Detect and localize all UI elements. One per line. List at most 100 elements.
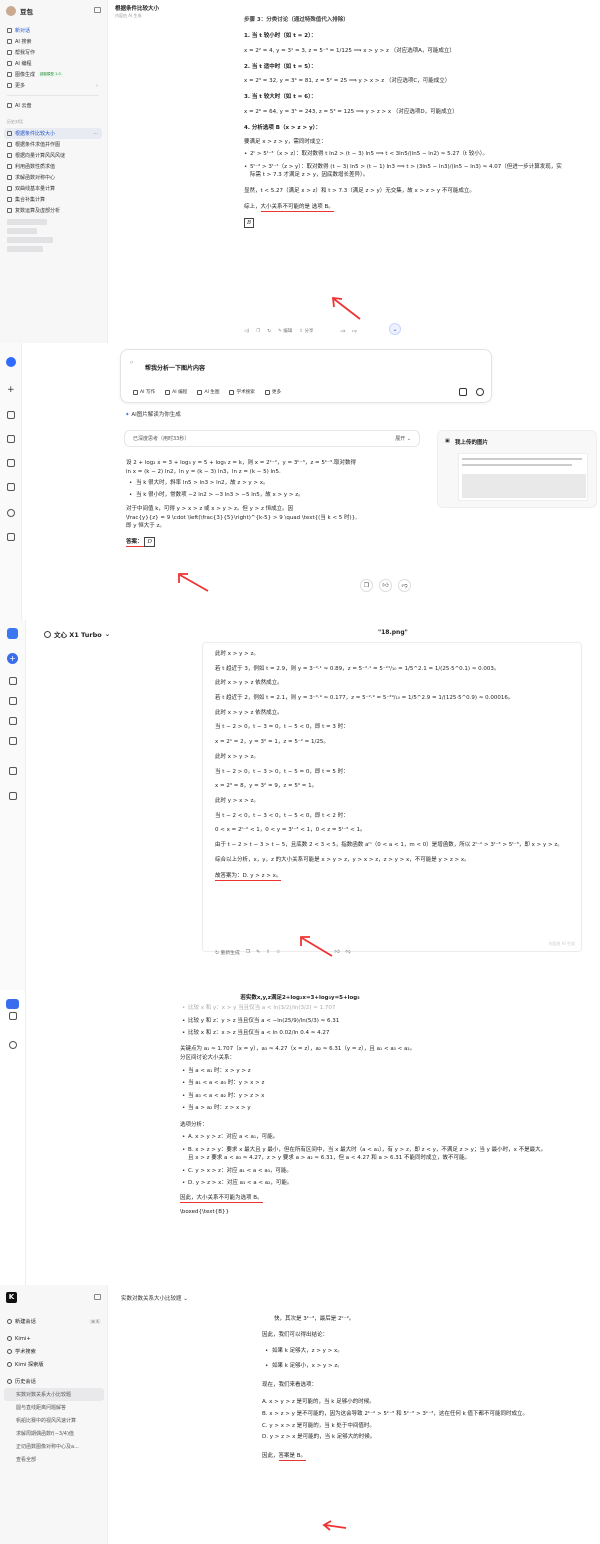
sidebar-collapse-icon[interactable] bbox=[94, 7, 101, 13]
thinking-label: 已深度思考（用时33秒） bbox=[133, 436, 190, 442]
new-chat-plus-icon[interactable]: + bbox=[7, 385, 15, 395]
assistant-panel-4: 若实数x,y,z满足2+log₂x=3+log₃y=5+log₅ 比较 x 和 … bbox=[0, 990, 600, 1285]
final-answer: 因此，答案是 B。 bbox=[262, 1453, 307, 1462]
history-item[interactable]: 利用函数性质求值 bbox=[4, 161, 102, 172]
kimi-logo-icon[interactable]: K bbox=[6, 1292, 17, 1303]
history-item[interactable]: 集合补集计算 bbox=[4, 194, 102, 205]
pen-icon[interactable] bbox=[9, 677, 17, 685]
explore-icon bbox=[7, 1362, 12, 1367]
key-points: 关键点为 a₁ ≈ 1.707（x = y），a₃ ≈ 4.27（x = z），… bbox=[180, 1045, 416, 1052]
regenerate-button[interactable]: ↻ 重新生成 bbox=[215, 949, 240, 956]
app-logo-icon[interactable] bbox=[6, 357, 16, 367]
sidebar-item-kimi-plus[interactable]: Kimi+ bbox=[4, 1332, 104, 1345]
thumbs-down-icon[interactable]: 👎︎ bbox=[352, 329, 357, 334]
new-chat-button[interactable]: 新建会话 ⌘ K bbox=[4, 1315, 104, 1328]
sidebar-collapse-icon[interactable] bbox=[94, 1294, 101, 1300]
copy-icon[interactable]: ❐ bbox=[360, 579, 373, 592]
sidebar-item-writing[interactable]: 帮我写作 bbox=[4, 47, 102, 58]
apps-icon[interactable] bbox=[9, 792, 17, 800]
briefcase-icon[interactable] bbox=[9, 737, 17, 745]
thinking-toggle[interactable]: 已深度思考（用时33秒） 展开 ⌄ bbox=[124, 430, 420, 447]
condition-list: 2ᵗ > 5ᵗ⁻³（x > z）：取对数得 t ln2 > (t − 3) ln… bbox=[244, 150, 564, 179]
thumbs-up-icon[interactable]: 👍︎ bbox=[379, 579, 392, 592]
sidebar-item-more[interactable]: 更多 › bbox=[4, 80, 102, 91]
model-badge: 超能模型 1.0 bbox=[38, 72, 63, 77]
ai-image-hint[interactable]: ✦ AI图片解读为你生成 bbox=[125, 410, 181, 418]
history-item[interactable]: 正切函数图像对称中心及a... bbox=[4, 1440, 104, 1453]
doubao-brand[interactable]: 豆包 bbox=[6, 6, 33, 16]
conversation-title[interactable]: 实数对数关系大小比较题 ⌄ bbox=[121, 1294, 188, 1302]
chat-plus-icon bbox=[7, 28, 12, 33]
history-item[interactable]: 实数对数关系大小比较题 bbox=[4, 1388, 104, 1401]
uploaded-thumbnail[interactable] bbox=[458, 453, 588, 501]
search-icon[interactable] bbox=[476, 388, 484, 396]
clock-icon[interactable] bbox=[7, 509, 15, 517]
edit-button[interactable]: ✎ 编辑 bbox=[278, 328, 292, 334]
thumbs-down-icon[interactable]: 👎︎ bbox=[398, 579, 411, 592]
history-item[interactable]: 求解周期偶函数f(−3/4)值 bbox=[4, 1427, 104, 1440]
chat-icon[interactable] bbox=[9, 1041, 17, 1049]
tool-ai-image[interactable]: AI 生图 bbox=[197, 389, 219, 395]
history-item[interactable]: 求解函数对称中心 bbox=[4, 172, 102, 183]
edit-icon[interactable] bbox=[9, 717, 17, 725]
share-icon[interactable]: ⇪ bbox=[266, 950, 270, 955]
option-line: A. x > y > z 是可能的，当 k 足够小的时候。 bbox=[262, 1398, 375, 1405]
chat-icon bbox=[7, 131, 12, 136]
refresh-icon[interactable]: ↻ bbox=[267, 329, 271, 334]
list-item: D. y > z > x：对应 a₃ < a < a₂，可能。 bbox=[180, 1179, 550, 1188]
blurred-history-item bbox=[7, 228, 37, 234]
ernie-logo-icon[interactable] bbox=[7, 628, 18, 639]
prompt-box[interactable]: 〃 帮我分析一下图片内容 AI 写作 AI 编程 AI 生图 学术搜索 更多 bbox=[120, 349, 492, 403]
tool-row: AI 写作 AI 编程 AI 生图 学术搜索 更多 bbox=[133, 389, 281, 395]
view-all-link[interactable]: 查看全部 bbox=[4, 1453, 104, 1466]
terminal-icon[interactable] bbox=[7, 435, 15, 443]
upload-image-icon[interactable] bbox=[459, 388, 467, 396]
speaker-icon[interactable]: ◁) bbox=[244, 329, 249, 334]
sidebar-item-explore[interactable]: Kimi 探索版 bbox=[4, 1358, 104, 1371]
history-item[interactable]: 根据向量计算风风风谜 bbox=[4, 150, 102, 161]
list-item: A. x > y > z：对应 a < a₁，可能。 bbox=[180, 1133, 550, 1142]
pen-icon[interactable] bbox=[7, 411, 15, 419]
history-item[interactable]: 帆船比赛中的视风风速计算 bbox=[4, 1414, 104, 1427]
shortcut-badge: ⌘ K bbox=[89, 1319, 101, 1324]
document-icon[interactable] bbox=[9, 697, 17, 705]
tool-ai-writing[interactable]: AI 写作 bbox=[133, 389, 155, 395]
sidebar-item-new-chat[interactable]: 新对话 bbox=[4, 25, 102, 36]
edit-icon[interactable]: ✎ bbox=[256, 950, 260, 955]
scroll-down-button[interactable]: ⌄ bbox=[389, 323, 401, 335]
sidebar-item-history[interactable]: 历史会话 bbox=[4, 1375, 104, 1388]
thumbs-up-icon[interactable]: 👍︎ bbox=[340, 329, 345, 334]
bookmark-icon[interactable]: ☆ bbox=[276, 950, 280, 955]
sidebar-icon[interactable] bbox=[9, 1012, 17, 1020]
tool-academic-search[interactable]: 学术搜索 bbox=[229, 389, 255, 395]
kimi-sidebar: K 新建会话 ⌘ K Kimi+ 学术搜索 Kimi 探索版 历史会话 实数对数关… bbox=[0, 1285, 108, 1544]
grid-icon bbox=[7, 83, 12, 88]
history-item[interactable]: 双曲线基本量计算 bbox=[4, 183, 102, 194]
sidebar-item-ai-search[interactable]: AI 搜索 bbox=[4, 36, 102, 47]
sidebar-item-academic-search[interactable]: 学术搜索 bbox=[4, 1345, 104, 1358]
history-item[interactable]: 根据条件比较大小 ··· bbox=[4, 128, 102, 139]
new-chat-plus-icon[interactable]: + bbox=[7, 653, 18, 664]
copy-icon[interactable]: ❐ bbox=[256, 329, 260, 334]
tool-more[interactable]: 更多 bbox=[264, 389, 281, 395]
left-rail bbox=[0, 990, 26, 1285]
sidebar-item-image-gen[interactable]: 图像生成 超能模型 1.0 bbox=[4, 69, 102, 80]
history-item[interactable]: 圆与直线距离问题解答 bbox=[4, 1401, 104, 1414]
history-item[interactable]: 复数运算及虚部分析 bbox=[4, 205, 102, 216]
copy-icon[interactable]: ❐ bbox=[246, 950, 250, 955]
tool-ai-coding[interactable]: AI 编程 bbox=[165, 389, 187, 395]
chat-icon[interactable] bbox=[9, 767, 17, 775]
sidebar-item-coding[interactable]: AI 编程 bbox=[4, 58, 102, 69]
image-icon[interactable] bbox=[7, 459, 15, 467]
doubao-panel: 豆包 新对话 AI 搜索 帮我写作 AI 编程 图像生成 超能模型 1.0 更多 ›… bbox=[0, 0, 600, 343]
thumbs-up-icon[interactable]: 👍︎ bbox=[334, 950, 339, 955]
history-item[interactable]: 根据条件求值并作图 bbox=[4, 139, 102, 150]
thumbs-down-icon[interactable]: 👎︎ bbox=[345, 950, 350, 955]
export-icon[interactable] bbox=[7, 533, 15, 541]
layers-icon[interactable] bbox=[7, 483, 15, 491]
share-button[interactable]: ⇪ 分享 bbox=[299, 328, 313, 334]
model-selector[interactable]: 文心 X1 Turbo ⌄ bbox=[44, 629, 110, 639]
search-icon bbox=[7, 39, 12, 44]
more-dots-icon[interactable]: ··· bbox=[93, 131, 98, 137]
sidebar-item-cloud[interactable]: AI 云盘 bbox=[4, 100, 102, 111]
